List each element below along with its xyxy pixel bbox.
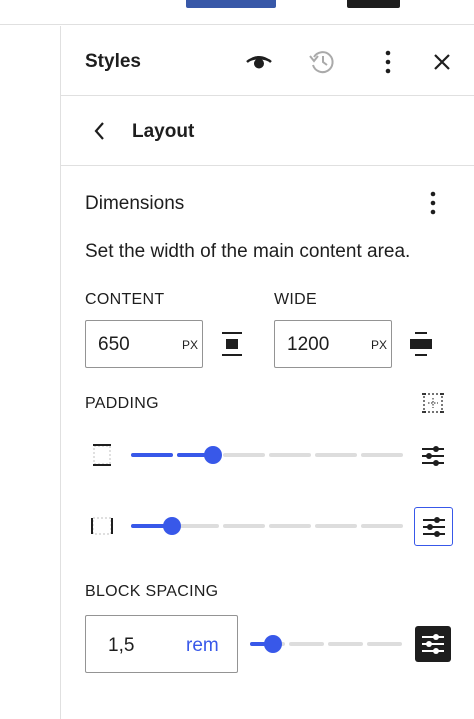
horizontal-padding-slider[interactable] [131,516,403,536]
wide-width-value: 1200 [287,334,330,355]
slider-track-segment [223,524,265,528]
slider-track-segment [361,453,403,457]
content-width-value: 650 [98,334,130,355]
slider-track-segment [361,524,403,528]
save-button[interactable] [186,0,276,8]
slider-fill-segment [131,453,173,457]
chevron-left-icon[interactable] [87,118,111,144]
slider-thumb[interactable] [263,635,282,653]
dimensions-description: Set the width of the main content area. [85,241,411,262]
slider-track-segment [269,453,311,457]
eye-icon[interactable] [243,46,275,78]
toolbar-button[interactable] [347,0,400,8]
sliders-icon[interactable] [415,626,451,662]
block-spacing-input[interactable]: 1,5 rem [85,615,238,673]
slider-track-segment [315,524,357,528]
sliders-icon[interactable] [417,440,449,472]
content-label: CONTENT [85,291,165,308]
vertical-padding-icon [89,442,115,468]
slider-thumb[interactable] [162,517,181,535]
wide-label: WIDE [274,291,317,308]
slider-thumb[interactable] [203,446,222,464]
more-vertical-icon[interactable] [418,188,448,218]
more-vertical-icon[interactable] [373,46,403,78]
content-width-icon [219,330,245,358]
sidebar-header: Styles [61,26,474,96]
vertical-padding-slider[interactable] [131,445,403,465]
slider-track-segment [315,453,357,457]
slider-track-segment [223,453,265,457]
padding-label: PADDING [85,395,159,412]
sidebar-title: Styles [85,51,141,72]
styles-sidebar: Styles Layout Dimensions Set the width o… [60,26,474,719]
navigator-header: Layout [61,96,474,166]
horizontal-padding-icon [89,513,115,539]
content-width-unit[interactable]: PX [182,338,198,352]
block-spacing-slider[interactable] [250,634,402,654]
block-spacing-unit[interactable]: rem [186,635,219,657]
padding-sides-icon[interactable] [420,390,446,416]
wide-width-icon [408,330,434,358]
wide-width-input[interactable]: 1200 PX [274,320,392,368]
dimensions-heading: Dimensions [85,193,185,214]
revisions-icon[interactable] [306,46,338,78]
slider-track-segment [269,524,311,528]
editor-top-bar [0,0,474,25]
block-spacing-value: 1,5 [108,635,135,656]
slider-track-segment [367,642,402,646]
wide-width-unit[interactable]: PX [371,338,387,352]
block-spacing-label: BLOCK SPACING [85,583,219,600]
content-width-input[interactable]: 650 PX [85,320,203,368]
sliders-icon[interactable] [414,507,453,546]
navigator-title: Layout [132,121,195,142]
slider-track-segment [177,524,219,528]
slider-track-segment [328,642,363,646]
slider-track-segment [289,642,324,646]
close-icon[interactable] [427,46,457,78]
